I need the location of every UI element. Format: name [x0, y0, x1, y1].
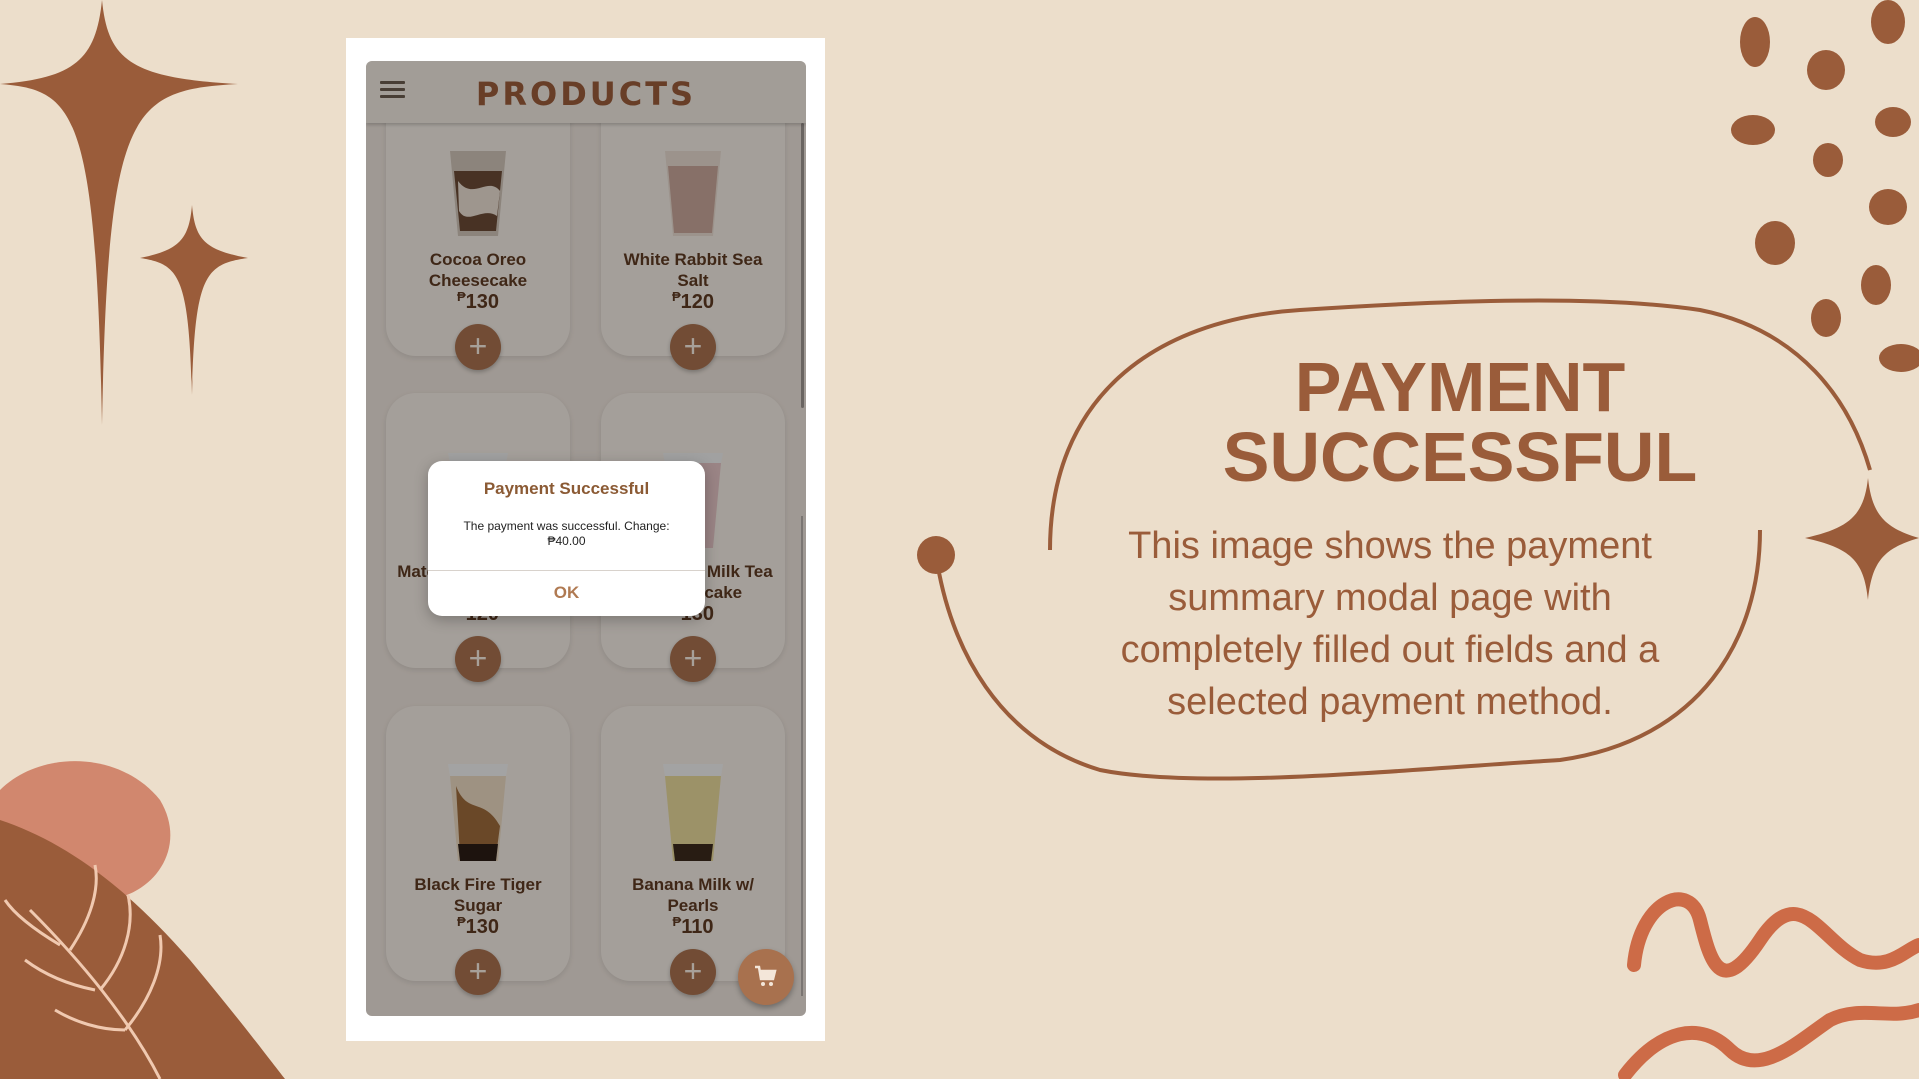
- squiggle-shape-2: [1618, 1003, 1919, 1079]
- squiggle-shape: [1627, 892, 1919, 978]
- slide-description: This image shows the payment summary mod…: [1120, 525, 1660, 723]
- dots-pattern: [1731, 0, 1919, 372]
- slide-title-line: PAYMENT: [1294, 348, 1626, 426]
- shopping-cart-icon: [755, 965, 777, 986]
- slide-title: PAYMENT SUCCESSFUL: [1150, 352, 1770, 492]
- sparkle-right-icon: [1805, 478, 1919, 600]
- cart-button[interactable]: [738, 949, 794, 1005]
- slide-title-line: SUCCESSFUL: [1222, 418, 1698, 496]
- sparkle-large-icon: [0, 0, 238, 425]
- ok-button[interactable]: OK: [428, 571, 705, 616]
- payment-success-dialog: Payment Successful The payment was succe…: [428, 461, 705, 616]
- sparkle-small-icon: [140, 205, 248, 395]
- dialog-title: Payment Successful: [483, 479, 650, 498]
- dialog-message: The payment was successful. Change: ₱40.…: [463, 519, 670, 548]
